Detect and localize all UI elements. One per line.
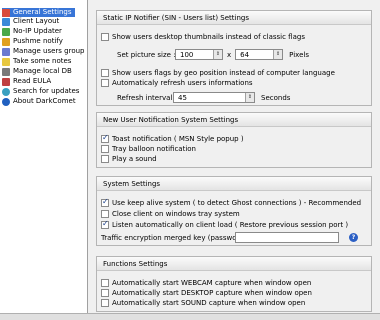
static-ip-group: Static IP Notifier (SIN - Users list) Se…: [96, 10, 372, 106]
traffic-key-row: Traffic encryption merged key (password)…: [101, 232, 358, 243]
option-label: Automaticaly refresh users informations: [112, 79, 253, 87]
webcam-option[interactable]: Automatically start WEBCAM capture when …: [101, 279, 311, 287]
sidebar-item-take-notes[interactable]: Take some notes: [2, 57, 74, 66]
bell-icon: [2, 37, 10, 46]
refresh-interval-stepper[interactable]: 45 ⇕: [173, 92, 255, 103]
notification-group: New User Notification System Settings To…: [96, 112, 372, 168]
seconds-label: Seconds: [261, 93, 291, 102]
close-tray-option[interactable]: Close client on windows tray system: [101, 210, 240, 218]
picture-height-stepper[interactable]: 64 ⇕: [235, 49, 284, 60]
sidebar-item-label: Manage users group: [13, 47, 85, 55]
sidebar-item-label: Pushme notify: [13, 37, 63, 45]
settings-content: Static IP Notifier (SIN - Users list) Se…: [96, 0, 380, 320]
group-header: Static IP Notifier (SIN - Users list) Se…: [97, 11, 371, 25]
sidebar-item-label: About DarkComet: [13, 97, 76, 105]
tray-balloon-option[interactable]: Tray balloon notification: [101, 145, 196, 153]
keep-alive-checkbox[interactable]: [101, 197, 109, 207]
option-label: Automatically start SOUND capture when w…: [112, 299, 306, 307]
picture-size-label: Set picture size :: [117, 50, 176, 59]
refresh-interval-value[interactable]: 45: [174, 94, 245, 102]
spin-arrows-icon[interactable]: ⇕: [245, 93, 254, 102]
sidebar-item-about[interactable]: About DarkComet: [2, 97, 79, 106]
settings-sidebar: General Settings Client Layout No-IP Upd…: [0, 0, 88, 320]
option-label: Show users flags by geo position instead…: [112, 69, 335, 77]
layout-icon: [2, 17, 10, 26]
option-label: Show users desktop thumbnails instead of…: [112, 33, 305, 41]
system-group: System Settings Use keep alive system ( …: [96, 176, 372, 246]
sidebar-item-client-layout[interactable]: Client Layout: [2, 17, 62, 26]
bottom-bar: [0, 313, 380, 320]
sound-capture-checkbox[interactable]: [101, 299, 109, 307]
option-label: Listen automatically on client load ( Re…: [112, 221, 349, 229]
play-sound-option[interactable]: Play a sound: [101, 155, 157, 163]
help-icon[interactable]: ?: [349, 233, 358, 242]
traffic-key-input[interactable]: [235, 232, 339, 243]
desktop-checkbox[interactable]: [101, 289, 109, 297]
desktop-option[interactable]: Automatically start DESKTOP capture when…: [101, 289, 312, 297]
option-label: Automatically start DESKTOP capture when…: [112, 289, 312, 297]
gear-icon: [2, 8, 10, 17]
option-label: Toast notification ( MSN Style popup ): [112, 135, 244, 143]
functions-group: Functions Settings Automatically start W…: [96, 256, 372, 312]
option-label: Automatically start WEBCAM capture when …: [112, 279, 312, 287]
sidebar-item-label: No-IP Updater: [13, 27, 62, 35]
webcam-checkbox[interactable]: [101, 279, 109, 287]
notes-icon: [2, 57, 10, 66]
picture-size-row: Set picture size : 100 ⇕ x 64 ⇕ Pixels: [117, 49, 309, 60]
listen-auto-checkbox[interactable]: [101, 219, 109, 229]
tray-balloon-checkbox[interactable]: [101, 145, 109, 153]
sidebar-item-label: Manage local DB: [13, 67, 72, 75]
users-icon: [2, 47, 10, 56]
sidebar-item-label: Read EULA: [13, 77, 52, 85]
play-sound-checkbox[interactable]: [101, 155, 109, 163]
toast-checkbox[interactable]: [101, 133, 109, 143]
sidebar-item-read-eula[interactable]: Read EULA: [2, 77, 54, 86]
info-icon: [2, 97, 10, 106]
pixels-label: Pixels: [289, 50, 309, 59]
option-label: Play a sound: [112, 155, 157, 163]
refresh-interval-label: Refresh interval :: [117, 93, 177, 102]
show-thumbnails-option[interactable]: Show users desktop thumbnails instead of…: [101, 33, 305, 41]
option-label: Close client on windows tray system: [112, 210, 240, 218]
close-tray-checkbox[interactable]: [101, 210, 109, 218]
group-header: New User Notification System Settings: [97, 113, 371, 127]
group-header: Functions Settings: [97, 257, 371, 271]
geo-flags-option[interactable]: Show users flags by geo position instead…: [101, 69, 335, 77]
no-ip-icon: [2, 27, 10, 36]
globe-icon: [2, 87, 10, 96]
sidebar-item-search-updates[interactable]: Search for updates: [2, 87, 82, 96]
spin-arrows-icon[interactable]: ⇕: [273, 50, 283, 59]
auto-refresh-option[interactable]: Automaticaly refresh users informations: [101, 79, 253, 87]
show-thumbnails-checkbox[interactable]: [101, 33, 109, 41]
option-label: Use keep alive system ( to detect Ghost …: [112, 199, 362, 207]
sidebar-item-manage-local-db[interactable]: Manage local DB: [2, 67, 75, 76]
sidebar-item-label: General Settings: [13, 8, 72, 16]
traffic-key-label: Traffic encryption merged key (password)…: [101, 233, 252, 242]
keep-alive-option[interactable]: Use keep alive system ( to detect Ghost …: [101, 197, 362, 207]
refresh-interval-row: Refresh interval : 45 ⇕ Seconds: [117, 92, 290, 103]
auto-refresh-checkbox[interactable]: [101, 79, 109, 87]
geo-flags-checkbox[interactable]: [101, 69, 109, 77]
sidebar-item-no-ip-updater[interactable]: No-IP Updater: [2, 27, 65, 36]
sidebar-item-label: Take some notes: [13, 57, 72, 65]
sidebar-item-label: Client Layout: [13, 17, 60, 25]
picture-width-value[interactable]: 100: [176, 51, 213, 59]
picture-height-value[interactable]: 64: [236, 51, 273, 59]
sound-capture-option[interactable]: Automatically start SOUND capture when w…: [101, 299, 305, 307]
listen-auto-option[interactable]: Listen automatically on client load ( Re…: [101, 219, 349, 229]
toast-option[interactable]: Toast notification ( MSN Style popup ): [101, 133, 244, 143]
group-header: System Settings: [97, 177, 371, 191]
times-label: x: [227, 50, 232, 59]
database-icon: [2, 67, 10, 76]
sidebar-item-label: Search for updates: [13, 87, 80, 95]
document-icon: [2, 77, 10, 86]
sidebar-item-pushme-notify[interactable]: Pushme notify: [2, 37, 66, 46]
sidebar-item-general-settings[interactable]: General Settings: [2, 8, 75, 17]
picture-width-stepper[interactable]: 100 ⇕: [175, 49, 223, 60]
sidebar-item-manage-users-group[interactable]: Manage users group: [2, 47, 88, 56]
option-label: Tray balloon notification: [112, 145, 196, 153]
spin-arrows-icon[interactable]: ⇕: [213, 50, 222, 59]
